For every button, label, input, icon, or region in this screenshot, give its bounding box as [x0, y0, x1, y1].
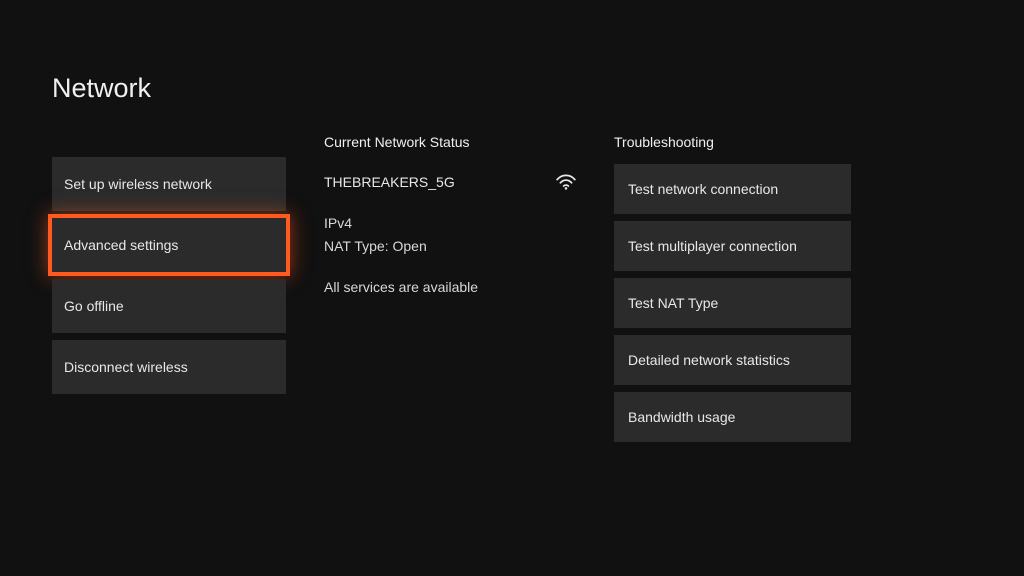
page-title: Network	[0, 0, 1024, 104]
ssid-row: THEBREAKERS_5G	[324, 174, 576, 190]
bandwidth-usage-button[interactable]: Bandwidth usage	[614, 392, 851, 442]
left-menu: Set up wireless network Advanced setting…	[52, 134, 286, 442]
go-offline-button[interactable]: Go offline	[52, 279, 286, 333]
troubleshooting-header: Troubleshooting	[614, 134, 851, 150]
content-columns: Set up wireless network Advanced setting…	[0, 104, 1024, 442]
nat-type-label: NAT Type: Open	[324, 238, 576, 254]
setup-wireless-button[interactable]: Set up wireless network	[52, 157, 286, 211]
status-header: Current Network Status	[324, 134, 576, 150]
detailed-network-statistics-button[interactable]: Detailed network statistics	[614, 335, 851, 385]
troubleshooting-panel: Troubleshooting Test network connection …	[614, 134, 851, 442]
ip-version-label: IPv4	[324, 215, 576, 231]
wifi-icon	[556, 174, 576, 190]
network-status-panel: Current Network Status THEBREAKERS_5G IP…	[324, 134, 576, 442]
disconnect-wireless-button[interactable]: Disconnect wireless	[52, 340, 286, 394]
test-multiplayer-connection-button[interactable]: Test multiplayer connection	[614, 221, 851, 271]
test-nat-type-button[interactable]: Test NAT Type	[614, 278, 851, 328]
test-network-connection-button[interactable]: Test network connection	[614, 164, 851, 214]
advanced-settings-button[interactable]: Advanced settings	[52, 218, 286, 272]
troubleshooting-list: Test network connection Test multiplayer…	[614, 164, 851, 442]
ssid-label: THEBREAKERS_5G	[324, 174, 455, 190]
services-label: All services are available	[324, 279, 576, 295]
